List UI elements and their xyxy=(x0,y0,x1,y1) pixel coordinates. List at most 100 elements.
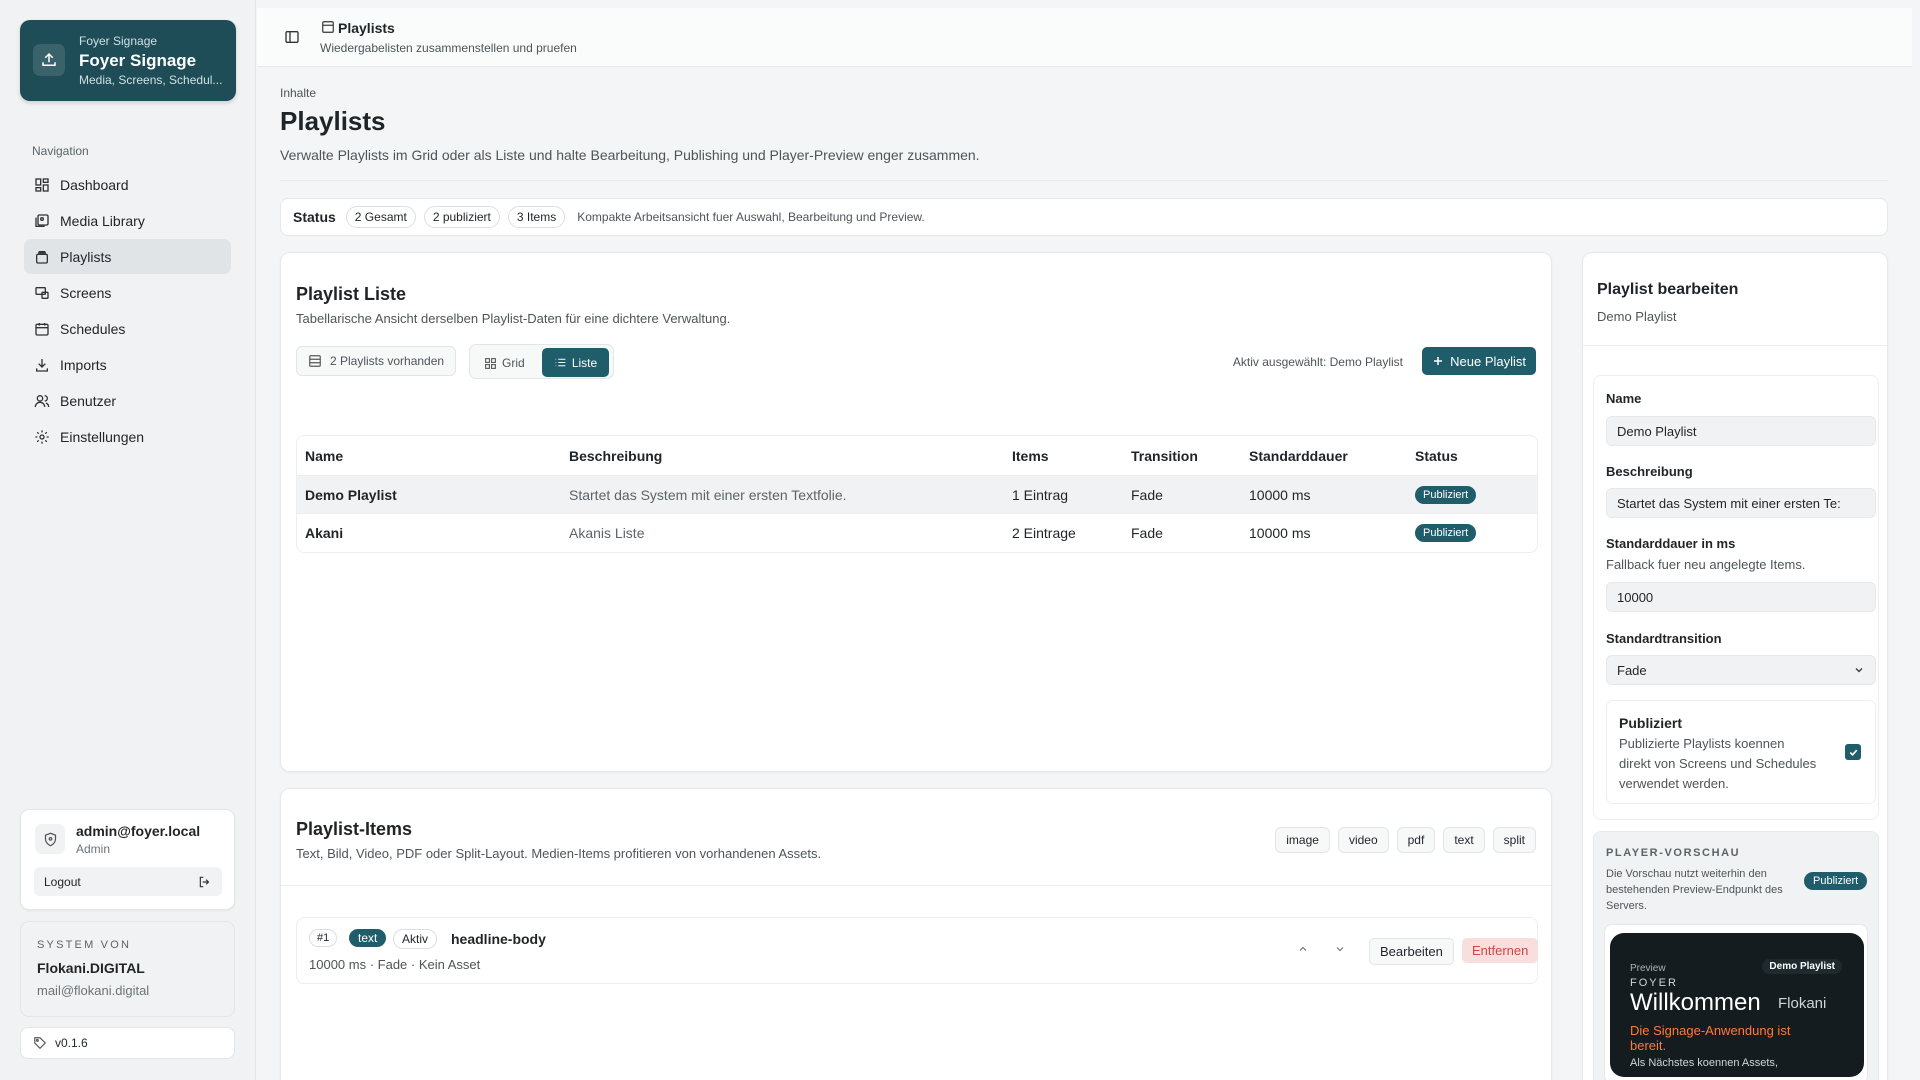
name-field[interactable] xyxy=(1606,416,1876,446)
item-type-badge: text xyxy=(349,929,387,947)
add-text-button[interactable]: text xyxy=(1443,827,1485,853)
sidebar-item-media-library[interactable]: Media Library xyxy=(24,203,231,238)
table-row[interactable]: Akani Akanis Liste 2 Eintrage Fade 10000… xyxy=(297,514,1537,552)
status-badge: Publiziert xyxy=(1415,524,1477,542)
item-meta: 10000 ms · Fade · Kein Asset xyxy=(309,957,481,972)
page-description: Verwalte Playlists im Grid oder als List… xyxy=(280,147,980,163)
active-selection: Aktiv ausgewählt: Demo Playlist xyxy=(1232,355,1403,369)
status-label: Status xyxy=(293,209,336,225)
column-header-description[interactable]: Beschreibung xyxy=(569,436,662,475)
view-grid-button[interactable]: Grid xyxy=(484,352,525,374)
cell-status: Publiziert xyxy=(1415,514,1477,552)
logout-icon xyxy=(199,876,210,887)
view-list-button[interactable]: Liste xyxy=(542,348,609,377)
preview-playlist-name: Demo Playlist xyxy=(1762,959,1842,974)
preview-brand: Flokani xyxy=(1778,995,1827,1012)
column-header-duration[interactable]: Standarddauer xyxy=(1249,436,1348,475)
preview-label: PLAYER-VORSCHAU xyxy=(1606,847,1741,859)
published-checkbox[interactable] xyxy=(1845,744,1861,760)
duration-field[interactable] xyxy=(1606,582,1876,612)
add-pdf-button[interactable]: pdf xyxy=(1396,827,1436,853)
published-description: Publizierte Playlists koennen direkt von… xyxy=(1619,736,1817,791)
column-header-transition[interactable]: Transition xyxy=(1131,436,1198,475)
sidebar-item-label: Benutzer xyxy=(60,392,117,409)
status-bar: Status 2 Gesamt 2 publiziert 3 Items Kom… xyxy=(280,198,1888,236)
transition-select[interactable]: Fade xyxy=(1606,655,1876,685)
column-header-name[interactable]: Name xyxy=(305,436,343,475)
system-mail[interactable]: mail@flokani.digital xyxy=(37,983,149,998)
preview-foyer-text: FOYER xyxy=(1630,977,1678,989)
logout-label: Logout xyxy=(44,874,81,889)
playlist-count-chip: 2 Playlists vorhanden xyxy=(296,346,457,376)
page-title: Playlists xyxy=(280,106,386,136)
sidebar-item-playlists[interactable]: Playlists xyxy=(24,239,231,274)
table-header-row: Name Beschreibung Items Transition Stand… xyxy=(297,436,1537,476)
nav-label: Navigation xyxy=(32,144,89,158)
item-number-badge: #1 xyxy=(309,929,338,947)
list-icon xyxy=(555,358,566,367)
playlist-form: Name Beschreibung Standarddauer in ms Fa… xyxy=(1593,375,1879,820)
sidebar-toggle-icon[interactable] xyxy=(284,29,300,45)
view-grid-label: Grid xyxy=(502,356,525,370)
brand-title: Foyer Signage xyxy=(79,51,197,70)
preview-frame: Preview Demo Playlist FOYER Willkommen F… xyxy=(1604,924,1868,1080)
remove-item-button[interactable]: Entfernen xyxy=(1462,938,1539,963)
sidebar-item-label: Media Library xyxy=(60,212,145,229)
edit-panel-subtitle: Demo Playlist xyxy=(1597,309,1677,324)
playlist-icon xyxy=(36,250,48,264)
playlist-list-title: Playlist Liste xyxy=(296,284,407,304)
cell-status: Publiziert xyxy=(1415,476,1477,513)
brand-label: Foyer Signage xyxy=(79,34,158,48)
system-card: SYSTEM VON Flokani.DIGITAL mail@flokani.… xyxy=(20,921,235,1017)
sidebar-item-label: Imports xyxy=(60,356,107,373)
sidebar-item-label: Schedules xyxy=(60,320,126,337)
sidebar-item-schedules[interactable]: Schedules xyxy=(24,311,231,346)
cell-description: Startet das System mit einer ersten Text… xyxy=(569,486,847,503)
version-badge: v0.1.6 xyxy=(20,1027,235,1059)
cell-duration: 10000 ms xyxy=(1249,525,1311,541)
header-subtitle: Wiedergabelisten zusammenstellen und pru… xyxy=(320,41,577,55)
sidebar-item-screens[interactable]: Screens xyxy=(24,275,231,310)
playlist-edit-panel: Playlist bearbeiten Demo Playlist Name B… xyxy=(1582,252,1888,1080)
description-field[interactable] xyxy=(1606,488,1876,518)
logout-button[interactable]: Logout xyxy=(34,867,222,896)
add-split-button[interactable]: split xyxy=(1492,827,1536,853)
sidebar-item-einstellungen[interactable]: Einstellungen xyxy=(24,419,231,454)
sidebar-item-dashboard[interactable]: Dashboard xyxy=(24,167,231,202)
sidebar-item-label: Einstellungen xyxy=(60,428,145,445)
breadcrumb[interactable]: Inhalte xyxy=(280,86,316,100)
column-header-status[interactable]: Status xyxy=(1415,436,1458,475)
sidebar-item-benutzer[interactable]: Benutzer xyxy=(24,383,231,418)
column-header-items[interactable]: Items xyxy=(1012,436,1049,475)
tag-icon xyxy=(34,1037,47,1050)
playlist-items-description: Text, Bild, Video, PDF oder Split-Layout… xyxy=(296,846,822,861)
sidebar-item-imports[interactable]: Imports xyxy=(24,347,231,382)
sidebar: Foyer Signage Foyer Signage Media, Scree… xyxy=(0,0,256,1080)
preview-note: Die Vorschau nutzt weiterhin den bestehe… xyxy=(1606,868,1783,912)
table-row[interactable]: Demo Playlist Startet das System mit ein… xyxy=(297,476,1537,514)
grid-icon xyxy=(485,357,496,369)
preview-screen: Preview Demo Playlist FOYER Willkommen F… xyxy=(1610,933,1864,1077)
preview-tag: Preview xyxy=(1630,963,1666,974)
edit-item-button[interactable]: Bearbeiten xyxy=(1369,938,1454,965)
download-icon xyxy=(36,358,48,372)
divider xyxy=(1583,345,1887,346)
add-image-button[interactable]: image xyxy=(1275,827,1330,853)
brand-card[interactable]: Foyer Signage Foyer Signage Media, Scree… xyxy=(20,20,236,101)
check-icon xyxy=(1849,749,1857,756)
chevron-down-icon[interactable] xyxy=(1334,943,1346,955)
dashboard-icon xyxy=(35,177,49,192)
add-video-button[interactable]: video xyxy=(1337,827,1389,853)
transition-label: Standardtransition xyxy=(1606,631,1722,646)
chevron-up-icon[interactable] xyxy=(1297,943,1309,955)
name-label: Name xyxy=(1606,391,1642,406)
top-bar: Playlists Wiedergabelisten zusammenstell… xyxy=(257,8,1912,67)
cell-duration: 10000 ms xyxy=(1249,486,1311,503)
upload-icon xyxy=(33,44,65,76)
users-icon xyxy=(34,394,50,407)
system-company: Flokani.DIGITAL xyxy=(37,960,145,976)
new-playlist-button[interactable]: Neue Playlist xyxy=(1422,347,1536,375)
view-toggle: Grid Liste xyxy=(469,344,614,379)
plus-icon xyxy=(1434,357,1443,365)
shield-icon xyxy=(35,824,65,854)
